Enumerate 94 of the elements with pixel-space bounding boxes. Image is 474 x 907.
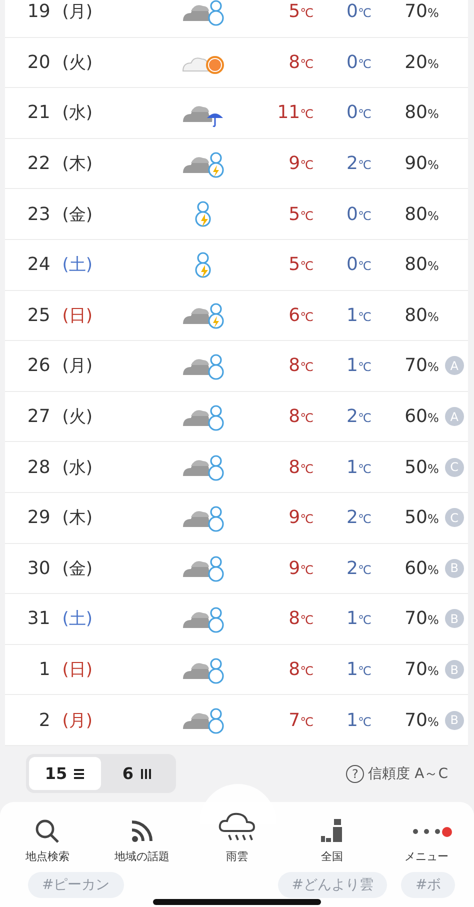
weekday: (土) bbox=[61, 608, 94, 630]
low-temperature: 2℃ bbox=[345, 558, 372, 579]
high-temperature: 11℃ bbox=[276, 102, 314, 124]
precipitation-chance: 70% bbox=[404, 1, 439, 22]
reliability-badge: B bbox=[444, 660, 464, 680]
high-temperature: 9℃ bbox=[288, 153, 314, 174]
low-temperature: 0℃ bbox=[345, 1, 372, 22]
weekday: (火) bbox=[61, 52, 94, 74]
help-icon[interactable]: ? bbox=[346, 764, 364, 783]
nav-item[interactable]: メニュー bbox=[382, 806, 472, 864]
precipitation-chance: 60% bbox=[404, 406, 439, 428]
date: 26 bbox=[26, 355, 50, 376]
low-temperature: 1℃ bbox=[345, 355, 372, 376]
weekday: (月) bbox=[61, 355, 94, 378]
weekday: (木) bbox=[61, 153, 94, 176]
high-temperature: 7℃ bbox=[288, 710, 314, 731]
weekday: (火) bbox=[61, 406, 94, 428]
reliability-badge: B bbox=[444, 558, 464, 578]
weekday: (月) bbox=[61, 710, 94, 732]
high-temperature: 8℃ bbox=[288, 52, 314, 73]
nav-item[interactable]: 地域の話題 bbox=[97, 806, 188, 864]
precipitation-chance: 50% bbox=[404, 507, 439, 528]
precipitation-chance: 80% bbox=[404, 304, 439, 326]
low-temperature: 1℃ bbox=[345, 659, 372, 680]
weekday: (土) bbox=[61, 254, 94, 276]
precipitation-chance: 70% bbox=[404, 710, 439, 731]
reliability-badge: B bbox=[444, 609, 464, 628]
precipitation-chance: 90% bbox=[404, 153, 439, 174]
nav-item[interactable]: 雨雲 bbox=[192, 806, 282, 864]
date: 28 bbox=[26, 456, 50, 478]
list-icon bbox=[73, 768, 86, 780]
date: 25 bbox=[26, 304, 50, 326]
low-temperature: 1℃ bbox=[345, 710, 372, 731]
date: 22 bbox=[26, 153, 50, 174]
date: 1 bbox=[38, 659, 50, 680]
high-temperature: 5℃ bbox=[288, 204, 314, 225]
high-temperature: 5℃ bbox=[288, 254, 314, 276]
low-temperature: 2℃ bbox=[345, 153, 372, 174]
weekday: (金) bbox=[61, 204, 94, 226]
low-temperature: 1℃ bbox=[345, 456, 372, 478]
precipitation-chance: 70% bbox=[404, 355, 439, 376]
date: 30 bbox=[26, 558, 50, 579]
high-temperature: 9℃ bbox=[288, 507, 314, 528]
date: 2 bbox=[38, 710, 50, 731]
precipitation-chance: 80% bbox=[404, 204, 439, 225]
precipitation-chance: 80% bbox=[404, 102, 439, 124]
weekday: (月) bbox=[61, 1, 94, 24]
high-temperature: 6℃ bbox=[288, 304, 314, 326]
low-temperature: 0℃ bbox=[345, 52, 372, 73]
high-temperature: 8℃ bbox=[288, 406, 314, 428]
precipitation-chance: 20% bbox=[404, 52, 439, 73]
date: 29 bbox=[26, 507, 50, 528]
weekday: (水) bbox=[61, 102, 94, 124]
low-temperature: 0℃ bbox=[345, 204, 372, 225]
reliability-badge: A bbox=[444, 356, 464, 376]
nav-item[interactable]: 地点検索 bbox=[2, 806, 92, 864]
high-temperature: 8℃ bbox=[288, 456, 314, 478]
weekday: (金) bbox=[61, 558, 94, 580]
date: 31 bbox=[26, 608, 50, 630]
precipitation-chance: 80% bbox=[404, 254, 439, 276]
low-temperature: 1℃ bbox=[345, 304, 372, 326]
weekday: (水) bbox=[61, 456, 94, 479]
low-temperature: 1℃ bbox=[345, 608, 372, 630]
reliability-label: 信頼度 A～C bbox=[368, 764, 448, 783]
low-temperature: 2℃ bbox=[345, 507, 372, 528]
view-toggle-option[interactable]: 15 bbox=[29, 757, 101, 790]
precipitation-chance: 70% bbox=[404, 608, 439, 630]
low-temperature: 2℃ bbox=[345, 406, 372, 428]
date: 20 bbox=[26, 52, 50, 73]
precipitation-chance: 50% bbox=[404, 456, 439, 478]
columns-icon bbox=[140, 768, 152, 780]
date: 23 bbox=[26, 204, 50, 225]
weekday: (木) bbox=[61, 507, 94, 530]
date: 19 bbox=[26, 1, 50, 22]
low-temperature: 0℃ bbox=[345, 254, 372, 276]
high-temperature: 8℃ bbox=[288, 659, 314, 680]
nav-item[interactable]: 全国 bbox=[286, 806, 377, 864]
reliability-badge: C bbox=[444, 508, 464, 528]
view-toggle-option[interactable]: 6 bbox=[101, 757, 173, 790]
precipitation-chance: 70% bbox=[404, 659, 439, 680]
precipitation-chance: 60% bbox=[404, 558, 439, 579]
high-temperature: 8℃ bbox=[288, 608, 314, 630]
weekday: (日) bbox=[61, 304, 94, 327]
high-temperature: 5℃ bbox=[288, 1, 314, 22]
reliability-badge: C bbox=[444, 458, 464, 477]
low-temperature: 0℃ bbox=[345, 102, 372, 124]
reliability-badge: A bbox=[444, 407, 464, 426]
date: 27 bbox=[26, 406, 50, 428]
weekday: (日) bbox=[61, 659, 94, 682]
high-temperature: 8℃ bbox=[288, 355, 314, 376]
high-temperature: 9℃ bbox=[288, 558, 314, 579]
date: 21 bbox=[26, 102, 50, 124]
reliability-badge: B bbox=[444, 710, 464, 730]
date: 24 bbox=[26, 254, 50, 276]
